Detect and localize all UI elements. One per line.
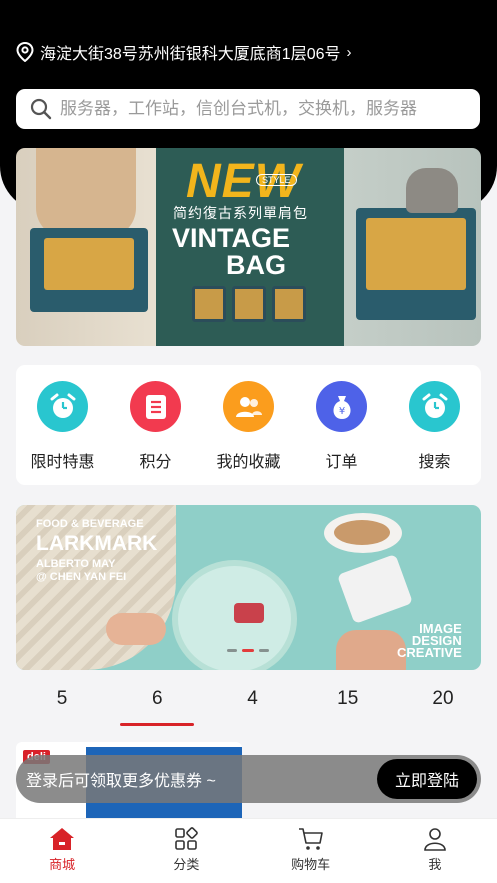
hand-image	[106, 613, 166, 645]
svg-text:¥: ¥	[338, 406, 344, 417]
carousel-dot[interactable]	[227, 649, 237, 652]
mini-bag-image	[272, 286, 306, 322]
login-prompt-bar: 登录后可领取更多优惠券 ~ 立即登陆	[16, 755, 481, 803]
quick-item-label: 积分	[139, 454, 172, 471]
carousel-dot[interactable]	[259, 649, 269, 652]
banner-subtitle: 简约復古系列單肩包	[173, 205, 308, 221]
quick-item-label: 限时特惠	[30, 454, 95, 471]
promo-banner-vintage-bag[interactable]: NEW STYLE 简约復古系列單肩包 VINTAGE BAG	[16, 148, 481, 346]
quick-item-favorites[interactable]: 我的收藏	[209, 381, 289, 485]
banner-image-design-text: IMAGE DESIGN CREATIVE	[397, 622, 462, 660]
quick-item-orders[interactable]: ¥ 订单	[302, 381, 382, 485]
quick-item-points[interactable]: 积分	[116, 381, 196, 485]
hand-image	[336, 630, 406, 670]
location-selector[interactable]: 海淀大街38号苏州街银科大厦底商1层06号 ›	[16, 40, 352, 64]
location-pin-icon	[16, 42, 34, 62]
quick-item-limited-offer[interactable]: 限时特惠	[23, 381, 103, 485]
tote-bag-image	[30, 228, 148, 312]
quick-item-search[interactable]: 搜索	[395, 381, 475, 485]
banner-larkmark-text: LARKMARK	[36, 532, 158, 555]
category-tab[interactable]: 20	[425, 688, 461, 728]
banner-food-text: FOOD & BEVERAGE	[36, 518, 144, 530]
promo-banner-larkmark[interactable]: FOOD & BEVERAGE LARKMARK ALBERTO MAY @ C…	[16, 505, 481, 670]
category-tab[interactable]: 5	[44, 688, 80, 728]
nav-label: 我	[428, 857, 442, 872]
search-icon	[30, 98, 52, 120]
category-tabs: 5 6 4 15 20	[16, 688, 481, 728]
home-icon	[50, 828, 75, 850]
banner-author-line: @ CHEN YAN FEI	[36, 571, 127, 583]
phone-image	[336, 553, 414, 625]
carousel-dot-active[interactable]	[242, 649, 254, 652]
banner-author-text: ALBERTO MAY @ CHEN YAN FEI	[36, 558, 126, 584]
nav-label: 商城	[49, 857, 76, 872]
quick-item-label: 订单	[325, 454, 358, 471]
cat-image	[406, 168, 458, 213]
banner-bag-text: BAG	[226, 250, 286, 280]
alarm-clock-icon	[409, 381, 460, 432]
category-grid-icon	[175, 827, 199, 850]
banner-style-text: STYLE	[256, 174, 297, 186]
carousel-indicator	[227, 649, 269, 652]
bottom-nav: 商城 分类 购物车 我	[0, 818, 497, 883]
location-text: 海淀大街38号苏州街银科大厦底商1层06号	[40, 46, 341, 63]
nav-item-category[interactable]: 分类	[151, 827, 221, 883]
tote-bag-image	[356, 208, 476, 320]
cart-icon	[298, 828, 323, 850]
nav-label: 购物车	[291, 857, 331, 872]
quick-menu: 限时特惠 积分 我的收藏 ¥ 订单 搜索	[16, 365, 481, 485]
nav-item-me[interactable]: 我	[400, 827, 470, 883]
banner-author-line: ALBERTO MAY	[36, 558, 116, 570]
nav-label: 分类	[173, 857, 200, 872]
quick-item-label: 我的收藏	[216, 454, 281, 471]
alarm-clock-icon	[37, 381, 88, 432]
quick-item-label: 搜索	[418, 454, 451, 471]
chevron-right-icon: ›	[346, 43, 352, 61]
nav-item-cart[interactable]: 购物车	[276, 827, 346, 883]
coat-image	[36, 148, 136, 238]
mini-bag-image	[232, 286, 266, 322]
document-icon	[130, 381, 181, 432]
category-tab[interactable]: 4	[235, 688, 271, 728]
search-bar[interactable]	[16, 89, 480, 129]
users-icon	[223, 381, 274, 432]
category-tab[interactable]: 15	[330, 688, 366, 728]
search-input[interactable]	[60, 99, 460, 119]
banner-design-line: CREATIVE	[397, 645, 462, 660]
login-button[interactable]: 立即登陆	[376, 759, 477, 799]
nav-item-mall[interactable]: 商城	[27, 827, 97, 883]
cake-image	[234, 603, 264, 623]
money-bag-icon: ¥	[316, 381, 367, 432]
login-prompt-text: 登录后可领取更多优惠券 ~	[26, 773, 216, 790]
user-icon	[424, 828, 446, 851]
mini-bag-image	[192, 286, 226, 322]
coffee-cup-image	[324, 513, 402, 553]
category-tab-active[interactable]: 6	[120, 688, 195, 728]
